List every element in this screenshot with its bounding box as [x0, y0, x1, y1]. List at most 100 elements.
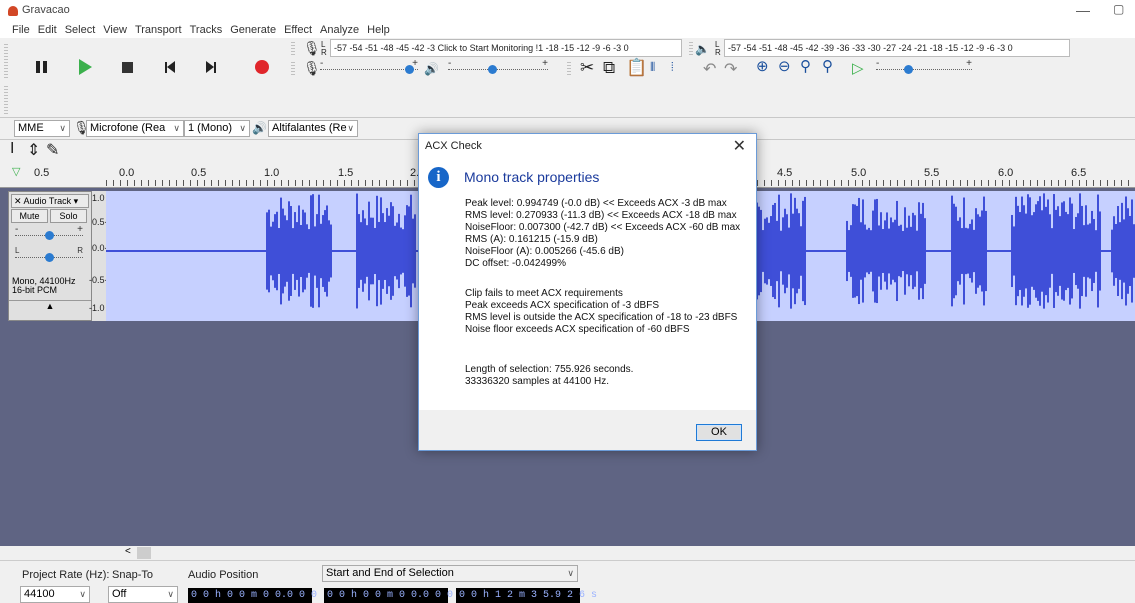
playback-meter[interactable]: -57 -54 -51 -48 -45 -42 -39 -36 -33 -30 … — [724, 39, 1070, 57]
solo-button[interactable]: Solo — [50, 209, 87, 223]
waveform-sample — [374, 227, 376, 275]
gain-plus: + — [77, 224, 83, 235]
info-icon: i — [428, 167, 449, 188]
undo-icon[interactable]: ↶ — [703, 59, 716, 79]
tools-grip[interactable] — [4, 86, 8, 114]
record-button[interactable] — [249, 54, 275, 80]
maximize-button[interactable]: ▢ — [1113, 2, 1124, 16]
slider-knob[interactable] — [488, 65, 497, 74]
chevron-down-icon: ∨ — [173, 123, 180, 133]
pause-button[interactable] — [28, 54, 54, 80]
redo-icon[interactable]: ↷ — [724, 59, 737, 79]
audio-position-field[interactable]: 0 0 h 0 0 m 0 0.0 0 0 s — [188, 588, 329, 603]
menu-tracks[interactable]: Tracks — [186, 22, 227, 38]
channels-select[interactable]: 1 (Mono) ∨ — [184, 120, 250, 137]
project-rate-select[interactable]: 44100 ∨ — [20, 586, 90, 603]
waveform-sample — [854, 204, 856, 298]
chevron-down-icon: ∨ — [347, 123, 354, 133]
stop-button[interactable] — [114, 54, 140, 80]
play-at-speed-icon[interactable]: ▷ — [852, 59, 864, 77]
waveform-sample — [874, 199, 876, 303]
waveform-sample — [330, 224, 332, 278]
scroll-thumb[interactable] — [137, 547, 151, 559]
amplitude-scale: 1.0 0.5- 0.0- -0.5- -1.0 — [89, 191, 108, 321]
recording-device-select[interactable]: Microfone (Rea ∨ — [86, 120, 184, 137]
waveform-sample — [878, 225, 880, 277]
meter-grip[interactable] — [291, 42, 295, 56]
silence-icon[interactable]: ⦙ — [671, 60, 674, 75]
waveform-sample — [1075, 216, 1077, 286]
waveform-sample — [1065, 211, 1067, 291]
waveform-sample — [274, 214, 276, 288]
waveform-sample — [414, 214, 416, 288]
record-meter-prompt[interactable]: Click to Start Monitoring — [438, 43, 534, 53]
menu-edit[interactable]: Edit — [34, 22, 61, 38]
waveform-sample — [918, 202, 920, 300]
waveform-sample — [282, 208, 284, 294]
playback-volume-slider[interactable]: - + — [448, 58, 548, 74]
selection-tool-icon[interactable]: I — [10, 140, 14, 158]
recording-volume-slider[interactable]: - + — [320, 58, 418, 74]
play-button[interactable] — [72, 54, 98, 80]
paste-icon[interactable]: 📋 — [626, 58, 647, 78]
skip-to-end-button[interactable] — [198, 54, 224, 80]
minimize-button[interactable]: — — [1076, 2, 1090, 18]
menu-effect[interactable]: Effect — [280, 22, 316, 38]
trim-icon[interactable]: ⦀ — [650, 60, 655, 75]
waveform-sample — [898, 225, 900, 277]
menu-analyze[interactable]: Analyze — [316, 22, 363, 38]
audio-host-select[interactable]: MME ∨ — [14, 120, 70, 137]
playback-device-select[interactable]: Altifalantes (Re ∨ — [268, 120, 358, 137]
waveform-sample — [318, 194, 320, 308]
fit-selection-icon[interactable]: ⚲ — [800, 57, 811, 75]
menu-generate[interactable]: Generate — [226, 22, 280, 38]
meter-grip[interactable] — [689, 42, 693, 56]
record-meter[interactable]: -57 -54 -51 -48 -45 -42 -3 Click to Star… — [330, 39, 682, 57]
track-name: Audio Track — [23, 196, 72, 206]
envelope-tool-icon[interactable]: ⇕ — [27, 140, 40, 160]
chevron-down-icon: ∨ — [239, 123, 246, 133]
draw-tool-icon[interactable]: ✎ — [46, 140, 59, 160]
waveform-sample — [286, 220, 288, 282]
toolbar-grip[interactable] — [4, 44, 8, 80]
channels-value: 1 (Mono) — [188, 122, 233, 134]
waveform-sample — [1097, 194, 1099, 308]
waveform-sample — [872, 210, 874, 292]
cut-icon[interactable]: ✂ — [580, 58, 594, 78]
slider-knob[interactable] — [45, 231, 54, 240]
slider-knob[interactable] — [45, 253, 54, 262]
track-menu-button[interactable]: ✕ Audio Track ▾ — [11, 194, 89, 208]
zoom-in-icon[interactable]: ⊕ — [756, 57, 769, 75]
waveform-sample — [888, 228, 890, 274]
zoom-out-icon[interactable]: ⊖ — [778, 57, 791, 75]
waveform-sample — [1083, 225, 1085, 277]
snap-to-select[interactable]: Off ∨ — [108, 586, 178, 603]
waveform-sample — [320, 223, 322, 279]
slider-knob[interactable] — [904, 65, 913, 74]
gain-slider[interactable]: - + — [15, 224, 83, 240]
waveform-sample — [324, 210, 326, 292]
close-icon[interactable]: ✕ — [733, 136, 746, 156]
menu-help[interactable]: Help — [363, 22, 394, 38]
horizontal-scrollbar[interactable]: < — [0, 546, 1135, 560]
menu-select[interactable]: Select — [61, 22, 100, 38]
slider-knob[interactable] — [405, 65, 414, 74]
menu-view[interactable]: View — [99, 22, 131, 38]
menu-transport[interactable]: Transport — [131, 22, 186, 38]
collapse-track-button[interactable]: ▲ — [9, 300, 91, 312]
mixer-grip[interactable] — [291, 62, 295, 76]
selection-start-field[interactable]: 0 0 h 0 0 m 0 0.0 0 0 s — [324, 588, 465, 603]
recording-device-value: Microfone (Rea — [90, 122, 166, 134]
edit-grip[interactable] — [567, 62, 571, 76]
scroll-left-icon[interactable]: < — [125, 546, 131, 557]
selection-end-field[interactable]: 0 0 h 1 2 m 3 5.9 2 6 s — [456, 588, 597, 603]
fit-project-icon[interactable]: ⚲ — [822, 57, 833, 75]
copy-icon[interactable]: ⧉ — [603, 58, 615, 78]
ok-button[interactable]: OK — [696, 424, 742, 441]
skip-to-start-button[interactable] — [157, 54, 183, 80]
menu-file[interactable]: File — [8, 22, 34, 38]
selection-mode-select[interactable]: Start and End of Selection ∨ — [322, 565, 578, 582]
play-at-speed-slider[interactable]: - + — [876, 58, 972, 74]
mute-button[interactable]: Mute — [11, 209, 48, 223]
pan-slider[interactable]: LR — [15, 246, 83, 262]
